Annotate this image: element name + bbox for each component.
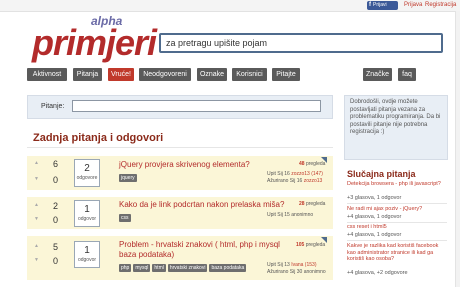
facebook-login-label: Prijavi: [373, 2, 387, 8]
answer-count: 2: [84, 163, 90, 174]
vote-count: 6: [53, 159, 59, 169]
register-link[interactable]: Registracija: [425, 2, 456, 8]
random-question-meta: +3 glasova, 1 odgovor: [347, 195, 402, 201]
vote-down-icon[interactable]: ▼: [34, 257, 39, 263]
downvote-count: 0: [53, 256, 59, 266]
answer-count-label: odgovor: [77, 216, 97, 222]
random-question-meta: +4 glasova, +2 odgovore: [347, 270, 408, 276]
tag-mysql[interactable]: mysql: [133, 264, 151, 272]
updated-date: Ažurirano Sij 16: [267, 178, 303, 184]
asked-user[interactable]: Ivana (153): [291, 262, 316, 268]
tag-css[interactable]: css: [119, 214, 131, 222]
welcome-info-box: Dobrodošli, ovdje možete postavljati pit…: [344, 95, 448, 160]
updated-user: anonimno: [303, 269, 326, 275]
question-updated-meta: Ažurirano Sij 16 zozzo13: [267, 178, 322, 184]
search-input[interactable]: za pretragu upišite pojam: [159, 33, 443, 53]
views-number: 28: [299, 201, 305, 207]
nav-pitajte[interactable]: Pitajte: [272, 68, 300, 81]
vote-up-icon[interactable]: ▲: [34, 202, 39, 208]
vote-down-icon[interactable]: ▼: [34, 176, 39, 182]
corner-marker-icon: [321, 157, 327, 163]
tag-php[interactable]: php: [119, 264, 132, 272]
views-number: 105: [296, 242, 305, 248]
tag-list: php mysql html hrvatski znakovi baza pod…: [119, 264, 247, 272]
tag-hrvatski-znakovi[interactable]: hrvatski znakovi: [167, 264, 208, 272]
answer-count: 1: [84, 245, 90, 256]
vote-down-icon[interactable]: ▼: [34, 216, 39, 222]
random-question-link[interactable]: Detekcija browsera - php ili javascript?: [347, 181, 447, 188]
nav-pitanja[interactable]: Pitanja: [73, 68, 102, 81]
answer-count-box[interactable]: 1 odgovor: [74, 200, 100, 227]
facebook-login-button[interactable]: f Prijavi: [367, 1, 398, 10]
views-count: 28 pregleda: [299, 201, 325, 207]
random-question-meta: +4 glasova, 1 odgovor: [347, 214, 402, 220]
scrollbar[interactable]: [455, 11, 460, 287]
asked-user: anonimno: [291, 212, 314, 218]
question-asked-meta: Upit Sij 15 anonimno: [267, 212, 313, 218]
updated-date: Ažurirano Sij 30: [267, 269, 303, 275]
answer-count: 1: [84, 204, 90, 215]
asked-date: Upit Sij 13: [267, 262, 290, 268]
tag-jquery[interactable]: jquery: [119, 174, 137, 182]
ask-question-input[interactable]: [72, 100, 321, 112]
page-title: Zadnja pitanja i odgovori: [33, 132, 164, 144]
answer-count-label: odgovore: [76, 175, 98, 181]
question-title[interactable]: Problem - hrvatski znakovi ( html, php i…: [119, 240, 294, 260]
divider: [27, 147, 333, 148]
downvote-count: 0: [53, 175, 59, 185]
answer-count-box[interactable]: 2 odgovore: [74, 159, 100, 187]
asked-user[interactable]: zozzo13 (147): [291, 171, 323, 177]
tag-baza-podataka[interactable]: baza podataka: [209, 264, 247, 272]
question-asked-meta: Upit Sij 13 Ivana (153): [267, 262, 316, 268]
random-question-link[interactable]: css reset i html5: [347, 224, 447, 230]
facebook-icon: f: [369, 2, 371, 8]
divider: [347, 240, 447, 241]
views-number: 48: [299, 161, 305, 167]
random-question-link[interactable]: Kakve je razlika kad koristiš facebook k…: [347, 243, 447, 263]
nav-oznake[interactable]: Oznake: [197, 68, 227, 81]
question-title[interactable]: jQuery provjera skrivenog elementa?: [119, 160, 250, 169]
ask-question-label: Pitanje:: [41, 103, 65, 110]
login-link[interactable]: Prijava: [404, 2, 422, 8]
updated-user[interactable]: zozzo13: [304, 178, 323, 184]
vote-up-icon[interactable]: ▲: [34, 160, 39, 166]
nav-znacke[interactable]: Značke: [363, 68, 392, 81]
question-updated-meta: Ažurirano Sij 30 anonimno: [267, 269, 326, 275]
tag-html[interactable]: html: [152, 264, 166, 272]
divider: [347, 222, 447, 223]
corner-marker-icon: [321, 237, 327, 243]
nav-faq[interactable]: faq: [398, 68, 416, 81]
asked-date: Upit Sij 15: [267, 212, 290, 218]
vote-up-icon[interactable]: ▲: [34, 243, 39, 249]
answer-count-label: odgovor: [77, 257, 97, 263]
site-logo[interactable]: primjeri: [32, 25, 157, 61]
nav-korisnici[interactable]: Korisnici: [232, 68, 267, 81]
divider: [347, 203, 447, 204]
nav-vruce[interactable]: Vruće!: [108, 68, 134, 81]
random-questions-title: Slučajna pitanja: [347, 169, 416, 179]
downvote-count: 0: [53, 215, 59, 225]
answer-count-box[interactable]: 1 odgovor: [74, 241, 100, 268]
question-asked-meta: Upit Sij 16 zozzo13 (147): [267, 171, 323, 177]
nav-aktivnost[interactable]: Aktivnost: [27, 68, 67, 81]
asked-date: Upit Sij 16: [267, 171, 290, 177]
question-title[interactable]: Kako da je link podcrtan nakon prelaska …: [119, 200, 284, 209]
nav-neodgovoreni[interactable]: Neodgovoreni: [139, 68, 191, 81]
random-question-link[interactable]: Ne radi mi ajax poziv - jQuery?: [347, 206, 447, 212]
random-question-meta: +4 glasova, 1 odgovor: [347, 232, 402, 238]
vote-count: 2: [53, 201, 59, 211]
views-label: pregleda: [305, 201, 326, 207]
vote-count: 5: [53, 242, 59, 252]
